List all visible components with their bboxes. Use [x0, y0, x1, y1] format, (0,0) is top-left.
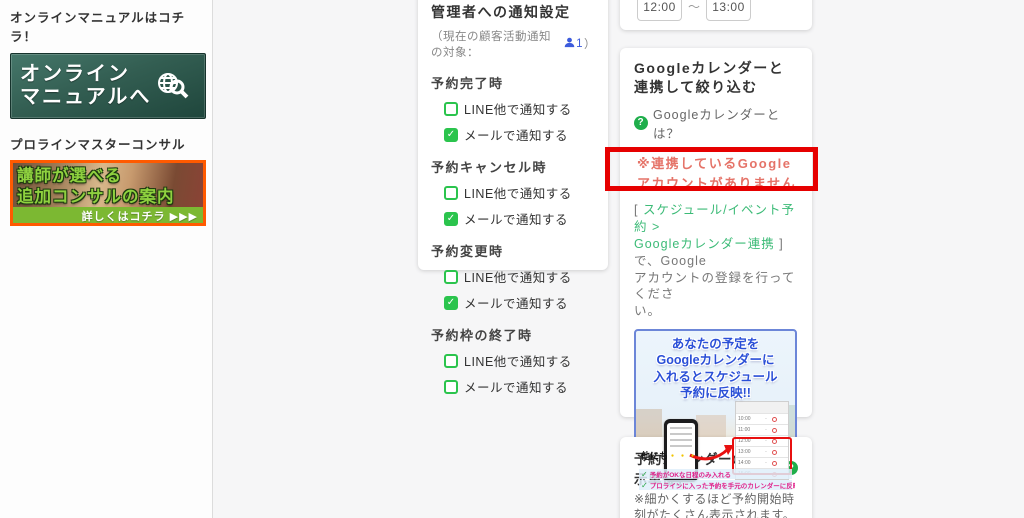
google-calendar-promo-image[interactable]: あなたの予定を Googleカレンダーに 入れるとスケジュール 予約に反映!! …	[634, 329, 797, 495]
notify-group-booking-cancel: 予約キャンセル時 ✓ LINE他で通知する ✓ メールで通知する	[431, 157, 596, 228]
consul-banner-text: 講師が選べる 追加コンサルの案内	[17, 167, 175, 206]
notification-target-note: （現在の顧客活動通知の対象： 1 ）	[431, 31, 596, 59]
checkbox-mail-icon[interactable]: ✓	[444, 379, 458, 394]
checkbox-line-icon[interactable]: ✓	[444, 269, 458, 284]
obscured-line: アカウントの登録を行ってくださ	[634, 270, 796, 302]
promo-title: あなたの予定を Googleカレンダーに 入れるとスケジュール 予約に反映!!	[653, 337, 778, 400]
google-calendar-link[interactable]: Googleカレンダー連携	[634, 237, 775, 251]
checkbox-row[interactable]: ✓ LINE他で通知する	[444, 183, 596, 202]
online-manual-banner-text: オンライン マニュアルへ	[20, 63, 152, 108]
promo-other-label: 他にも・・・	[641, 451, 699, 462]
globe-search-icon	[151, 65, 191, 108]
end-time-input[interactable]: 13:00	[706, 0, 752, 21]
page: オンラインマニュアルはコチラ！ オンライン マニュアルへ プロラインマスターコン…	[0, 0, 1024, 518]
checkbox-row[interactable]: ✓ メールで通知する	[444, 293, 596, 312]
annotation-highlight-box	[605, 147, 818, 191]
checkbox-line-icon[interactable]: ✓	[444, 185, 458, 200]
checkbox-mail-icon[interactable]: ✓	[444, 211, 458, 226]
checkbox-row[interactable]: ✓ LINE他で通知する	[444, 267, 596, 286]
google-card-title: Googleカレンダーと連携して絞り込む	[634, 60, 785, 95]
online-manual-banner[interactable]: オンライン マニュアルへ	[10, 53, 206, 119]
consul-label: プロラインマスターコンサル	[10, 138, 186, 152]
display-unit-note: ※細かくするほど予約開始時刻がたくさん表示されます。	[634, 492, 796, 518]
admin-notification-panel: 管理者への通知設定 （現在の顧客活動通知の対象： 1 ） 予約完了時 ✓ LIN…	[418, 0, 608, 395]
check-icon: ✓	[641, 480, 648, 490]
time-range-card: 12:00 ～ 13:00	[620, 0, 812, 30]
checkbox-line-icon[interactable]: ✓	[444, 353, 458, 368]
checkbox-row[interactable]: ✓ メールで通知する	[444, 209, 596, 228]
online-manual-label: オンラインマニュアルはコチラ！	[10, 11, 186, 44]
question-icon: ?	[634, 115, 648, 130]
checkbox-row[interactable]: ✓ メールで通知する	[444, 377, 596, 396]
person-icon	[564, 37, 576, 51]
link-instruction-text: [ スケジュール/イベント予約 > Googleカレンダー連携 ]で、Googl…	[634, 203, 796, 319]
notify-group-slot-end: 予約枠の終了時 ✓ LINE他で通知する ✓ メールで通知する	[431, 325, 596, 396]
google-calendar-card: Googleカレンダーと連携して絞り込む ? Googleカレンダーとは？ ※連…	[620, 48, 812, 517]
panel-title: 管理者への通知設定	[431, 4, 571, 20]
schedule-event-link[interactable]: スケジュール/イベント予約 >	[634, 203, 795, 234]
notify-group-booking-complete: 予約完了時 ✓ LINE他で通知する ✓ メールで通知する	[431, 73, 596, 144]
checkbox-mail-icon[interactable]: ✓	[444, 295, 458, 310]
checkbox-row[interactable]: ✓ LINE他で通知する	[444, 351, 596, 370]
checkbox-line-icon[interactable]: ✓	[444, 101, 458, 116]
checkbox-row[interactable]: ✓ メールで通知する	[444, 125, 596, 144]
checkbox-mail-icon[interactable]: ✓	[444, 127, 458, 142]
google-calendar-help-link[interactable]: ? Googleカレンダーとは？	[634, 104, 798, 142]
time-range-separator: ～	[688, 0, 701, 14]
sidebar: オンラインマニュアルはコチラ！ オンライン マニュアルへ プロラインマスターコン…	[0, 0, 213, 518]
start-time-input[interactable]: 12:00	[637, 0, 682, 21]
target-count: 1	[564, 37, 583, 51]
consul-banner[interactable]: 講師が選べる 追加コンサルの案内 詳しくはコチラ ▶▶▶	[10, 160, 206, 226]
checkbox-row[interactable]: ✓ LINE他で通知する	[444, 99, 596, 118]
promo-bullets: ✓ 予約がOKな日程のみ入れる ✓ プロラインに入った予約を手元のカレンダーに反…	[639, 469, 797, 491]
check-icon: ✓	[641, 469, 648, 479]
consul-banner-cta: 詳しくはコチラ ▶▶▶	[13, 207, 203, 223]
notify-group-booking-change: 予約変更時 ✓ LINE他で通知する ✓ メールで通知する	[431, 241, 596, 312]
